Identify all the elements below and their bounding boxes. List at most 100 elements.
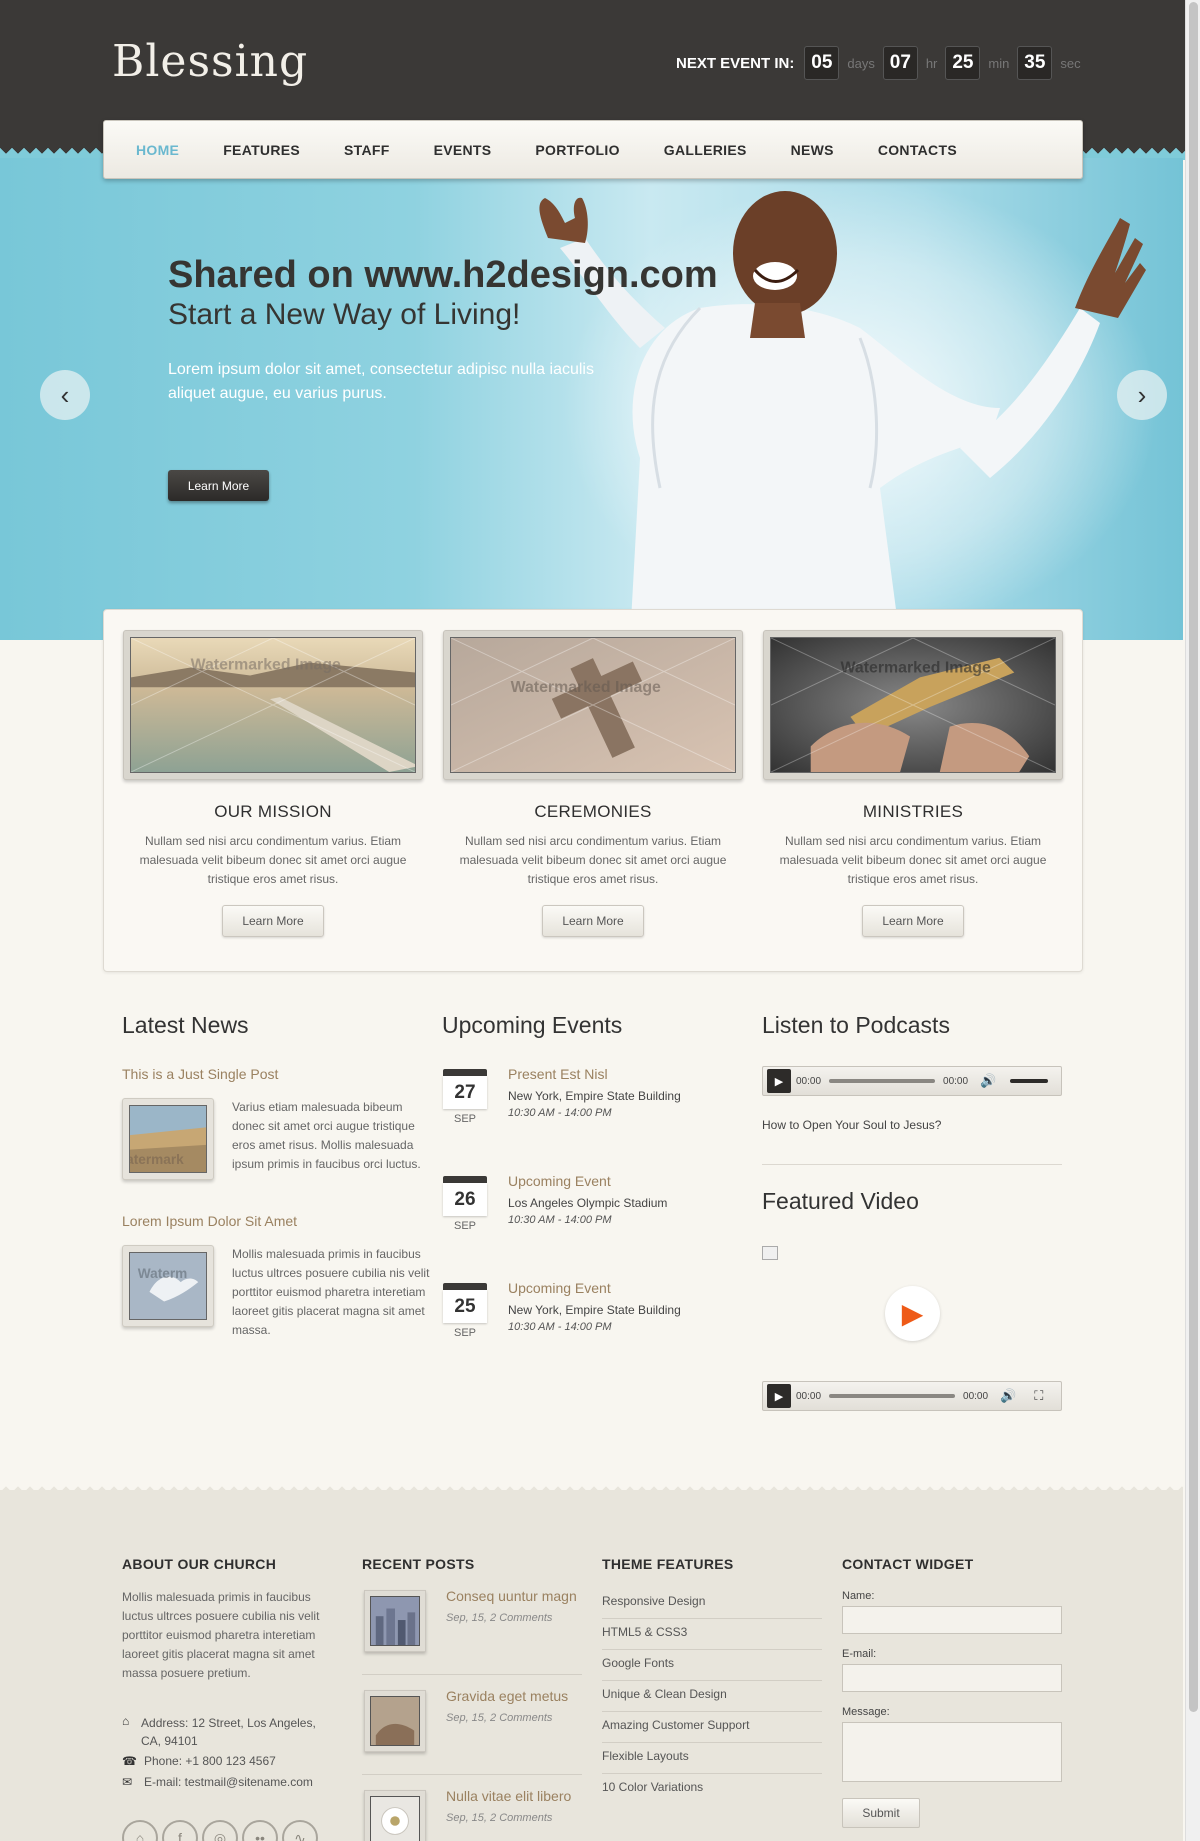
- play-icon: ▶: [901, 1298, 924, 1329]
- hero-slider: Shared on www.h2design.com Start a New W…: [0, 158, 1183, 640]
- beach-image: atermark: [129, 1105, 207, 1173]
- recent-post-thumbnail[interactable]: [364, 1690, 426, 1752]
- theme-feature-item[interactable]: HTML5 & CSS3: [602, 1625, 822, 1650]
- recent-post-title[interactable]: Gravida eget metus: [446, 1688, 568, 1704]
- latest-news-title: Latest News: [122, 1012, 249, 1038]
- social-dribbble-icon[interactable]: ◎: [202, 1820, 238, 1841]
- volume-icon[interactable]: 🔊: [980, 1073, 996, 1089]
- event-title[interactable]: Upcoming Event: [508, 1173, 611, 1189]
- event-date-calendar: 25 SEP: [443, 1283, 487, 1339]
- feature-image-frame[interactable]: Watermarked Image: [123, 630, 423, 780]
- video-play-button[interactable]: ▶: [885, 1286, 940, 1341]
- recent-post-meta: Sep, 15, 2 Comments: [446, 1612, 553, 1624]
- feature-image-frame[interactable]: Watermarked Image: [443, 630, 743, 780]
- countdown-seconds-unit: sec: [1060, 55, 1081, 71]
- social-facebook-icon[interactable]: f: [162, 1820, 198, 1841]
- upcoming-events-title: Upcoming Events: [442, 1012, 623, 1038]
- mail-icon: ✉: [122, 1775, 133, 1789]
- hands-image: [370, 1696, 420, 1746]
- countdown-seconds: 35: [1017, 46, 1053, 80]
- scrollbar-thumb[interactable]: [1189, 2, 1198, 1712]
- site-logo[interactable]: Blessing: [112, 36, 308, 87]
- event-title[interactable]: Present Est Nisl: [508, 1066, 608, 1082]
- site-footer: ABOUT OUR CHURCH Mollis malesuada primis…: [0, 1490, 1183, 1841]
- social-home-icon[interactable]: ⌂: [122, 1820, 158, 1841]
- event-date-calendar: 26 SEP: [443, 1176, 487, 1232]
- cross-image: Watermarked Image: [450, 637, 736, 773]
- news-thumbnail[interactable]: atermark: [122, 1098, 214, 1180]
- volume-slider[interactable]: [1010, 1079, 1049, 1083]
- submit-button[interactable]: Submit: [842, 1798, 920, 1828]
- message-field[interactable]: [842, 1722, 1062, 1782]
- city-image: [370, 1596, 420, 1646]
- post-divider: [362, 1774, 582, 1775]
- feature-title: OUR MISSION: [214, 802, 332, 821]
- social-flickr-icon[interactable]: ••: [242, 1820, 278, 1841]
- event-day: 26: [443, 1183, 487, 1216]
- feature-learn-more-button[interactable]: Learn More: [862, 905, 964, 937]
- nav-item-news[interactable]: NEWS: [791, 142, 834, 158]
- nav-item-events[interactable]: EVENTS: [434, 142, 492, 158]
- featured-video[interactable]: ▶: [762, 1246, 1062, 1381]
- event-date-calendar: 27 SEP: [443, 1069, 487, 1125]
- volume-icon[interactable]: 🔊: [1000, 1388, 1016, 1404]
- event-title[interactable]: Upcoming Event: [508, 1280, 611, 1296]
- recent-post-title[interactable]: Conseq uuntur magn: [446, 1588, 577, 1604]
- news-thumbnail[interactable]: Waterm: [122, 1245, 214, 1327]
- chevron-left-icon: ‹: [60, 379, 70, 410]
- feature-image-frame[interactable]: Watermarked Image: [763, 630, 1063, 780]
- page-scrollbar[interactable]: [1185, 0, 1200, 1841]
- feature-text: Nullam sed nisi arcu condimentum varius.…: [779, 834, 1047, 886]
- progress-track[interactable]: [829, 1079, 936, 1083]
- bible-image: Watermarked Image: [770, 637, 1056, 773]
- email-text[interactable]: E-mail: testmail@sitename.com: [144, 1775, 313, 1789]
- feature-title: MINISTRIES: [862, 802, 964, 821]
- theme-feature-item[interactable]: 10 Color Variations: [602, 1780, 822, 1804]
- podcast-caption[interactable]: How to Open Your Soul to Jesus?: [762, 1118, 941, 1132]
- slider-next-button[interactable]: ›: [1117, 370, 1167, 420]
- countdown-label: NEXT EVENT IN:: [676, 54, 795, 72]
- theme-feature-item[interactable]: Google Fonts: [602, 1656, 822, 1681]
- nav-item-portfolio[interactable]: PORTFOLIO: [535, 142, 619, 158]
- recent-post-thumbnail[interactable]: [364, 1790, 426, 1841]
- calendar-icon: [443, 1176, 487, 1183]
- nav-item-features[interactable]: FEATURES: [223, 142, 300, 158]
- theme-feature-item[interactable]: Flexible Layouts: [602, 1749, 822, 1774]
- nav-item-home[interactable]: HOME: [136, 142, 179, 158]
- progress-track[interactable]: [829, 1394, 956, 1398]
- theme-feature-item[interactable]: Unique & Clean Design: [602, 1687, 822, 1712]
- news-post-title[interactable]: Lorem Ipsum Dolor Sit Amet: [122, 1213, 297, 1229]
- feature-learn-more-button[interactable]: Learn More: [542, 905, 644, 937]
- current-time: 00:00: [796, 1390, 822, 1402]
- podcast-audio-player: ▶ 00:00 00:00 🔊: [762, 1066, 1062, 1096]
- recent-post-title[interactable]: Nulla vitae elit libero: [446, 1788, 571, 1804]
- play-button[interactable]: ▶: [767, 1069, 791, 1093]
- podcasts-title: Listen to Podcasts: [762, 1012, 950, 1038]
- broken-image-icon: [762, 1246, 778, 1260]
- recent-post-meta: Sep, 15, 2 Comments: [446, 1712, 553, 1724]
- footer-email: ✉ E-mail: testmail@sitename.com: [122, 1775, 313, 1789]
- feature-learn-more-button[interactable]: Learn More: [222, 905, 324, 937]
- theme-feature-item[interactable]: Responsive Design: [602, 1594, 822, 1619]
- watermark-text: Watermarked Image: [511, 679, 661, 696]
- name-label: Name:: [842, 1590, 875, 1602]
- play-button[interactable]: ▶: [767, 1384, 791, 1408]
- social-rss-icon[interactable]: ∿: [282, 1820, 318, 1841]
- pier-image: Watermarked Image: [130, 637, 416, 773]
- hero-learn-more-button[interactable]: Learn More: [168, 470, 269, 501]
- nav-item-galleries[interactable]: GALLERIES: [664, 142, 747, 158]
- name-field[interactable]: [842, 1606, 1062, 1634]
- nav-item-staff[interactable]: STAFF: [344, 142, 390, 158]
- event-month: SEP: [453, 1327, 476, 1339]
- event-time: 10:30 AM - 14:00 PM: [508, 1214, 612, 1226]
- address-text: Address: 12 Street, Los Angeles, CA, 941…: [141, 1716, 316, 1748]
- nav-item-contacts[interactable]: CONTACTS: [878, 142, 957, 158]
- footer-about-text: Mollis malesuada primis in faucibus luct…: [122, 1590, 320, 1680]
- news-post-title[interactable]: This is a Just Single Post: [122, 1066, 278, 1082]
- recent-post-thumbnail[interactable]: [364, 1590, 426, 1652]
- email-field[interactable]: [842, 1664, 1062, 1692]
- fullscreen-icon[interactable]: ⛶: [1034, 1388, 1043, 1404]
- news-post-text: Mollis malesuada primis in faucibus luct…: [232, 1247, 430, 1337]
- slider-prev-button[interactable]: ‹: [40, 370, 90, 420]
- theme-feature-item[interactable]: Amazing Customer Support: [602, 1718, 822, 1743]
